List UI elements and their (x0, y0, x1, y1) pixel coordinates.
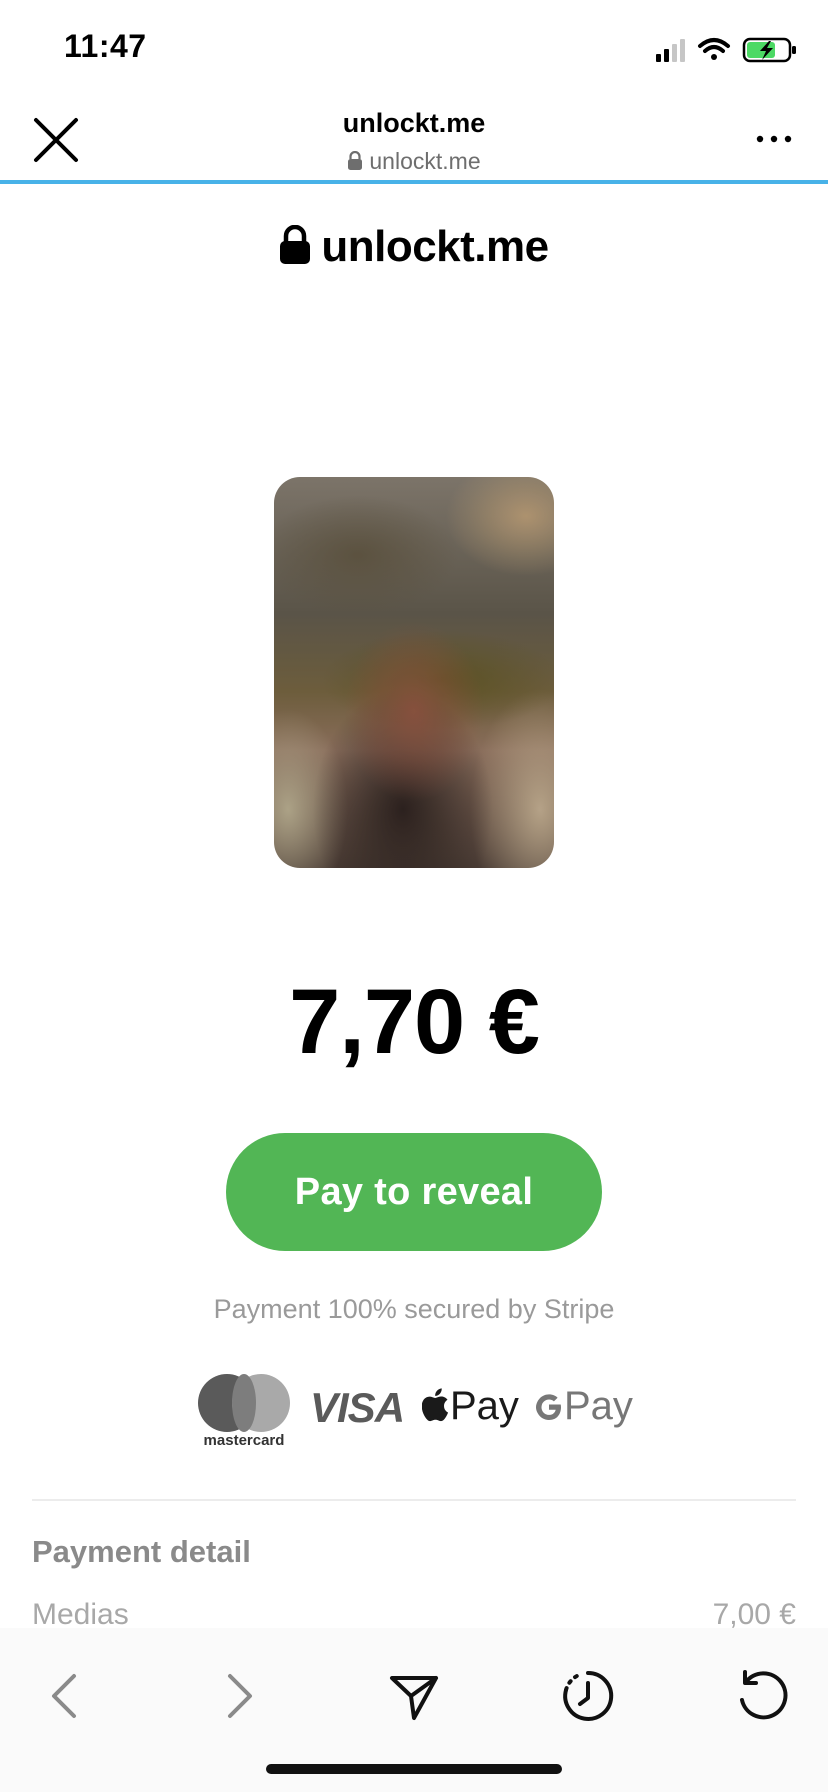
apple-icon (421, 1388, 448, 1422)
battery-charging-icon (742, 37, 796, 63)
status-indicators (656, 36, 798, 64)
pay-to-reveal-button[interactable]: Pay to reveal (226, 1133, 602, 1251)
reload-button[interactable] (732, 1666, 792, 1726)
google-pay-label: Pay (564, 1384, 633, 1428)
price: 7,70 € (289, 971, 540, 1073)
back-arrow-icon (52, 1674, 76, 1718)
page-title: unlockt.me (342, 108, 486, 138)
reload-icon (740, 1670, 788, 1720)
detail-row-label: Medias (32, 1598, 129, 1631)
url-text: unlockt.me (369, 148, 481, 174)
back-button[interactable] (34, 1666, 94, 1726)
brand-logo: unlockt.me (0, 222, 828, 276)
visa-logo: VISA (310, 1384, 405, 1431)
apple-pay-label: Pay (450, 1384, 519, 1428)
share-icon (390, 1676, 438, 1720)
google-g-icon (536, 1394, 561, 1420)
page-url: unlockt.me (0, 148, 828, 177)
brand-name: unlockt.me (321, 222, 549, 271)
divider (32, 1499, 796, 1501)
ellipsis-icon (756, 135, 792, 143)
forward-arrow-icon (228, 1674, 252, 1718)
lock-icon (279, 224, 311, 276)
detail-row-value: 7,00 € (712, 1598, 796, 1631)
wifi-icon (698, 38, 730, 60)
blurred-media-preview[interactable] (274, 477, 554, 868)
apple-pay-logo: Pay (421, 1384, 519, 1429)
secured-by-stripe-text: Payment 100% secured by Stripe (213, 1294, 615, 1324)
payment-methods: mastercard VISA Pay Pay (196, 1372, 636, 1452)
status-time: 11:47 (64, 28, 147, 64)
forward-button[interactable] (210, 1666, 270, 1726)
page-load-progress (0, 180, 828, 184)
more-options-button[interactable] (754, 124, 794, 154)
home-indicator[interactable] (266, 1764, 562, 1774)
mastercard-label: mastercard (203, 1432, 285, 1449)
payment-detail-title: Payment detail (32, 1534, 251, 1569)
history-icon (563, 1670, 614, 1721)
share-button[interactable] (384, 1666, 444, 1726)
history-button[interactable] (558, 1666, 618, 1726)
google-pay-logo: Pay (534, 1384, 633, 1429)
cellular-signal-icon (656, 39, 685, 62)
mastercard-logo: mastercard (196, 1372, 292, 1449)
url-lock-icon (347, 150, 363, 177)
